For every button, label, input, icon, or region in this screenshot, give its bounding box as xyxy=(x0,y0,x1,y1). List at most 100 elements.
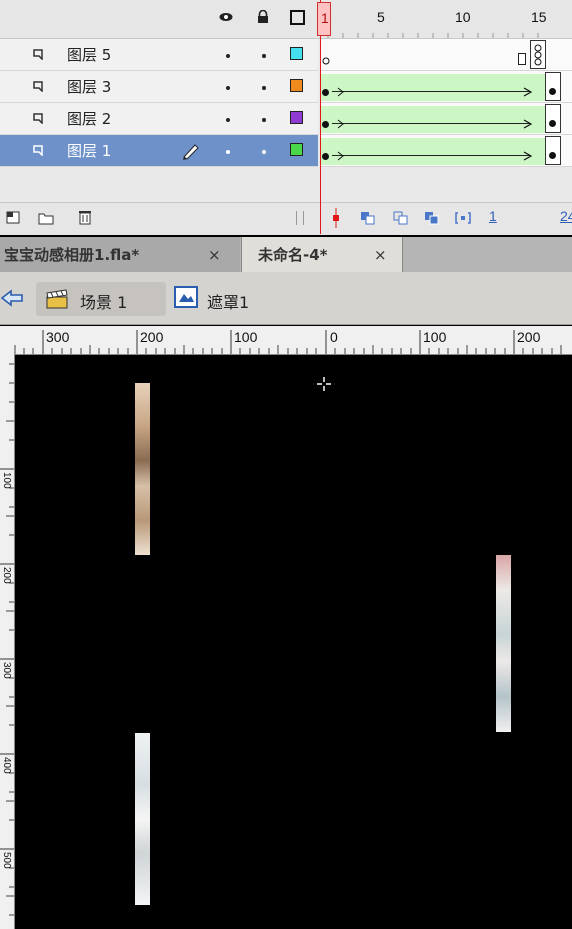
frame-end-marker[interactable] xyxy=(518,53,526,65)
empty-keyframe[interactable] xyxy=(322,57,330,65)
layer-row-3[interactable]: 图层 3 xyxy=(0,71,318,103)
horizontal-ruler: 300 200 100 0 100 200 xyxy=(0,326,572,355)
lock-dot[interactable] xyxy=(262,150,266,154)
tween-arrow-line xyxy=(332,123,530,124)
layer-name[interactable]: 图层 2 xyxy=(67,108,111,129)
layer-icon xyxy=(33,49,43,60)
keyframe-end-box[interactable] xyxy=(530,40,546,69)
layer-icon xyxy=(33,145,43,156)
trash-icon[interactable] xyxy=(78,209,92,225)
visibility-dot[interactable] xyxy=(226,118,230,122)
modify-onion-markers-icon[interactable] xyxy=(455,211,471,225)
motion-tween-span[interactable] xyxy=(320,106,545,133)
keyframe-end-box[interactable] xyxy=(545,136,561,165)
ruler-label: 200 xyxy=(1,567,12,584)
vertical-ruler: 100 200 300 400 500 xyxy=(0,354,15,929)
keyframe-end[interactable] xyxy=(549,88,556,95)
lock-dot[interactable] xyxy=(262,86,266,90)
layer-row-1[interactable]: 图层 1 xyxy=(0,135,318,167)
keyframe-end-box[interactable] xyxy=(545,104,561,133)
scene-clapper-icon xyxy=(46,289,68,309)
tween-arrow-line xyxy=(332,91,530,92)
frames-layer-2[interactable] xyxy=(320,103,572,135)
frame-number-10: 10 xyxy=(455,9,471,25)
frame-ruler-ticks xyxy=(327,33,539,38)
vertical-ruler-ticks xyxy=(0,363,14,916)
tween-arrow-tail xyxy=(337,87,344,97)
keyframe-end-box[interactable] xyxy=(545,72,561,101)
image-strip-1[interactable] xyxy=(135,383,150,555)
lock-icon[interactable] xyxy=(256,10,270,24)
visibility-dot[interactable] xyxy=(226,86,230,90)
keyframe-start[interactable] xyxy=(322,153,329,160)
edit-multiple-frames-icon[interactable] xyxy=(424,211,440,225)
frame-number-5: 5 xyxy=(377,9,385,25)
center-frame-icon[interactable] xyxy=(331,208,341,228)
keyframe-end[interactable] xyxy=(549,152,556,159)
frames-layer-1[interactable] xyxy=(320,135,572,167)
new-folder-icon[interactable] xyxy=(38,211,54,225)
symbol-label[interactable]: 遮罩1 xyxy=(207,289,249,313)
stage-canvas[interactable] xyxy=(15,355,572,929)
keyframe-end[interactable] xyxy=(549,120,556,127)
lock-dot[interactable] xyxy=(262,118,266,122)
eye-icon[interactable] xyxy=(219,10,233,24)
onion-skin-icon[interactable] xyxy=(360,211,376,225)
outline-color-swatch[interactable] xyxy=(290,143,303,156)
tween-arrow-head xyxy=(523,119,533,129)
empty-keyframe-stack xyxy=(534,44,542,66)
horizontal-ruler-ticks xyxy=(14,330,562,354)
tab-document-1[interactable]: 宝宝动感相册1.fla* × xyxy=(0,237,240,272)
outline-all-icon[interactable] xyxy=(290,10,305,25)
image-strip-2[interactable] xyxy=(496,555,511,732)
outline-color-swatch[interactable] xyxy=(290,47,303,60)
visibility-dot[interactable] xyxy=(226,150,230,154)
registration-point-icon xyxy=(317,377,331,391)
current-frame-value[interactable]: 1 xyxy=(489,208,497,224)
tab-document-2[interactable]: 未命名-4* × xyxy=(241,237,403,272)
image-strip-3[interactable] xyxy=(135,733,150,905)
layer-name[interactable]: 图层 5 xyxy=(67,44,111,65)
ruler-label: 100 xyxy=(423,329,447,345)
layer-row-2[interactable]: 图层 2 xyxy=(0,103,318,135)
layer-icon xyxy=(33,113,43,124)
close-icon[interactable]: × xyxy=(374,237,387,273)
graphic-symbol-icon xyxy=(174,286,198,308)
layer-name[interactable]: 图层 3 xyxy=(67,76,111,97)
tab-title: 宝宝动感相册1.fla* xyxy=(4,246,140,264)
frames-layer-3[interactable] xyxy=(320,71,572,103)
playhead-frame-label: 1 xyxy=(321,10,329,26)
close-icon[interactable]: × xyxy=(208,237,221,273)
layer-row-5[interactable]: 图层 5 xyxy=(0,39,318,71)
edit-bar: 场景 1 遮罩1 xyxy=(0,272,572,325)
timeline-panel: 5 10 15 图层 5 图层 3 图层 2 图层 1 1 24 1 xyxy=(0,0,572,235)
layer-name[interactable]: 图层 1 xyxy=(67,140,111,161)
outline-color-swatch[interactable] xyxy=(290,111,303,124)
keyframe-start[interactable] xyxy=(322,89,329,96)
new-layer-icon[interactable] xyxy=(6,211,20,225)
ruler-label: 100 xyxy=(234,329,258,345)
frames-layer-5[interactable] xyxy=(320,39,572,71)
tween-arrow-line xyxy=(332,155,530,156)
outline-color-swatch[interactable] xyxy=(290,79,303,92)
breadcrumb-scene[interactable]: 场景 1 xyxy=(36,282,166,316)
ruler-label: 200 xyxy=(517,329,541,345)
motion-tween-span[interactable] xyxy=(320,138,545,165)
keyframe-start[interactable] xyxy=(322,121,329,128)
motion-tween-span[interactable] xyxy=(320,74,545,101)
ruler-label: 300 xyxy=(46,329,70,345)
ruler-label: 300 xyxy=(1,662,12,679)
pencil-icon xyxy=(183,144,199,160)
lock-dot[interactable] xyxy=(262,54,266,58)
frame-number-15: 15 xyxy=(531,9,547,25)
layer-list-empty xyxy=(0,167,318,202)
resize-grip[interactable] xyxy=(296,211,304,225)
back-arrow-icon[interactable] xyxy=(0,288,24,308)
document-tab-bar: 宝宝动感相册1.fla* × 未命名-4* × xyxy=(0,237,572,272)
visibility-dot[interactable] xyxy=(226,54,230,58)
playhead[interactable]: 1 xyxy=(317,2,331,36)
scene-label: 场景 1 xyxy=(80,293,128,312)
tween-arrow-head xyxy=(523,151,533,161)
onion-skin-outlines-icon[interactable] xyxy=(393,211,409,225)
frame-rate-value[interactable]: 24 xyxy=(560,208,572,224)
